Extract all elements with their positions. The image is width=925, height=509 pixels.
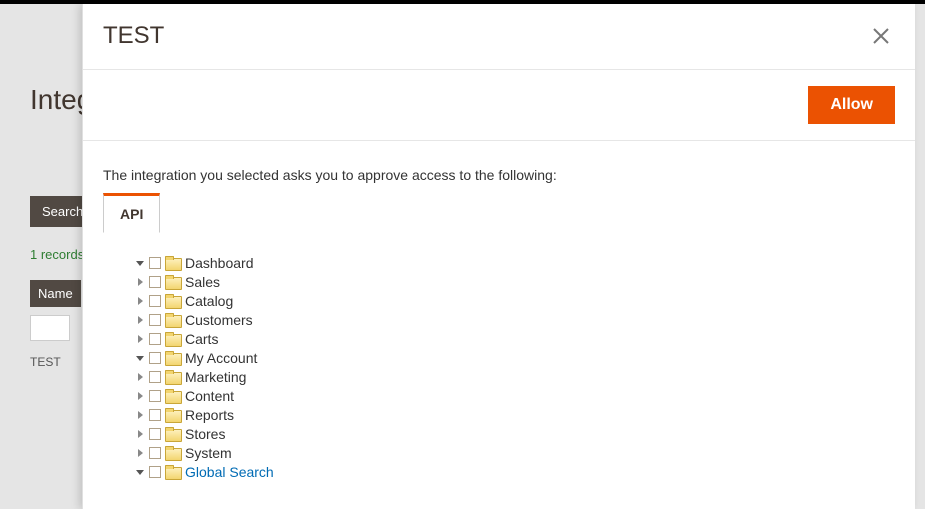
tree-node-label[interactable]: Reports	[185, 407, 234, 423]
tree-node-label[interactable]: Customers	[185, 312, 253, 328]
tree-node: My Account	[135, 348, 895, 367]
tree-node: Reports	[135, 405, 895, 424]
folder-icon	[165, 313, 181, 327]
tree-collapse-icon[interactable]	[135, 354, 145, 362]
tree-node: Catalog	[135, 291, 895, 310]
tree-node-label[interactable]: Global Search	[185, 464, 274, 480]
tree-node: Customers	[135, 310, 895, 329]
tree-node-label[interactable]: Stores	[185, 426, 225, 442]
tree-node-label[interactable]: Marketing	[185, 369, 246, 385]
modal-header: TEST	[83, 4, 915, 69]
tree-expand-icon[interactable]	[135, 411, 145, 419]
tree-checkbox[interactable]	[149, 333, 161, 345]
tree-checkbox[interactable]	[149, 314, 161, 326]
tree-checkbox[interactable]	[149, 447, 161, 459]
tabs: API	[103, 193, 895, 233]
tree-node: Carts	[135, 329, 895, 348]
folder-icon	[165, 389, 181, 403]
tree-expand-icon[interactable]	[135, 316, 145, 324]
tree-node-label[interactable]: System	[185, 445, 232, 461]
folder-icon	[165, 256, 181, 270]
tree-expand-icon[interactable]	[135, 430, 145, 438]
tree-checkbox[interactable]	[149, 352, 161, 364]
tree-collapse-icon[interactable]	[135, 259, 145, 267]
tree-node: Content	[135, 386, 895, 405]
folder-icon	[165, 446, 181, 460]
folder-icon	[165, 465, 181, 479]
tab-api[interactable]: API	[103, 193, 160, 233]
tree-collapse-icon[interactable]	[135, 468, 145, 476]
tree-expand-icon[interactable]	[135, 297, 145, 305]
tree-node: Marketing	[135, 367, 895, 386]
table-header-name: Name	[30, 280, 81, 307]
tree-node-label[interactable]: My Account	[185, 350, 257, 366]
tree-node-label[interactable]: Carts	[185, 331, 218, 347]
tree-node: System	[135, 443, 895, 462]
tree-node-label[interactable]: Catalog	[185, 293, 233, 309]
tree-checkbox[interactable]	[149, 257, 161, 269]
tree-expand-icon[interactable]	[135, 449, 145, 457]
folder-icon	[165, 332, 181, 346]
tree-expand-icon[interactable]	[135, 373, 145, 381]
close-icon	[871, 26, 891, 46]
filter-input[interactable]	[30, 315, 70, 341]
tree-node-label[interactable]: Content	[185, 388, 234, 404]
modal-body: The integration you selected asks you to…	[83, 141, 915, 509]
tree-node: Sales	[135, 272, 895, 291]
folder-icon	[165, 275, 181, 289]
tree-checkbox[interactable]	[149, 276, 161, 288]
tree-checkbox[interactable]	[149, 371, 161, 383]
folder-icon	[165, 351, 181, 365]
resource-tree: Dashboard Sales Catalog Customers Carts My Ac…	[103, 253, 895, 481]
tree-expand-icon[interactable]	[135, 278, 145, 286]
permissions-modal: TEST Allow The integration you selected …	[82, 4, 915, 509]
close-button[interactable]	[867, 22, 895, 53]
tree-checkbox[interactable]	[149, 466, 161, 478]
allow-button[interactable]: Allow	[808, 86, 895, 124]
modal-action-bar: Allow	[83, 69, 915, 141]
folder-icon	[165, 408, 181, 422]
tree-node: Global Search	[135, 462, 895, 481]
tree-checkbox[interactable]	[149, 409, 161, 421]
permission-message: The integration you selected asks you to…	[103, 167, 895, 183]
tree-checkbox[interactable]	[149, 390, 161, 402]
tree-node: Stores	[135, 424, 895, 443]
modal-title: TEST	[103, 22, 164, 50]
tree-node-label[interactable]: Dashboard	[185, 255, 254, 271]
tree-checkbox[interactable]	[149, 428, 161, 440]
folder-icon	[165, 370, 181, 384]
folder-icon	[165, 427, 181, 441]
tree-node: Dashboard	[135, 253, 895, 272]
tree-expand-icon[interactable]	[135, 392, 145, 400]
tree-node-label[interactable]: Sales	[185, 274, 220, 290]
folder-icon	[165, 294, 181, 308]
tree-expand-icon[interactable]	[135, 335, 145, 343]
tree-checkbox[interactable]	[149, 295, 161, 307]
